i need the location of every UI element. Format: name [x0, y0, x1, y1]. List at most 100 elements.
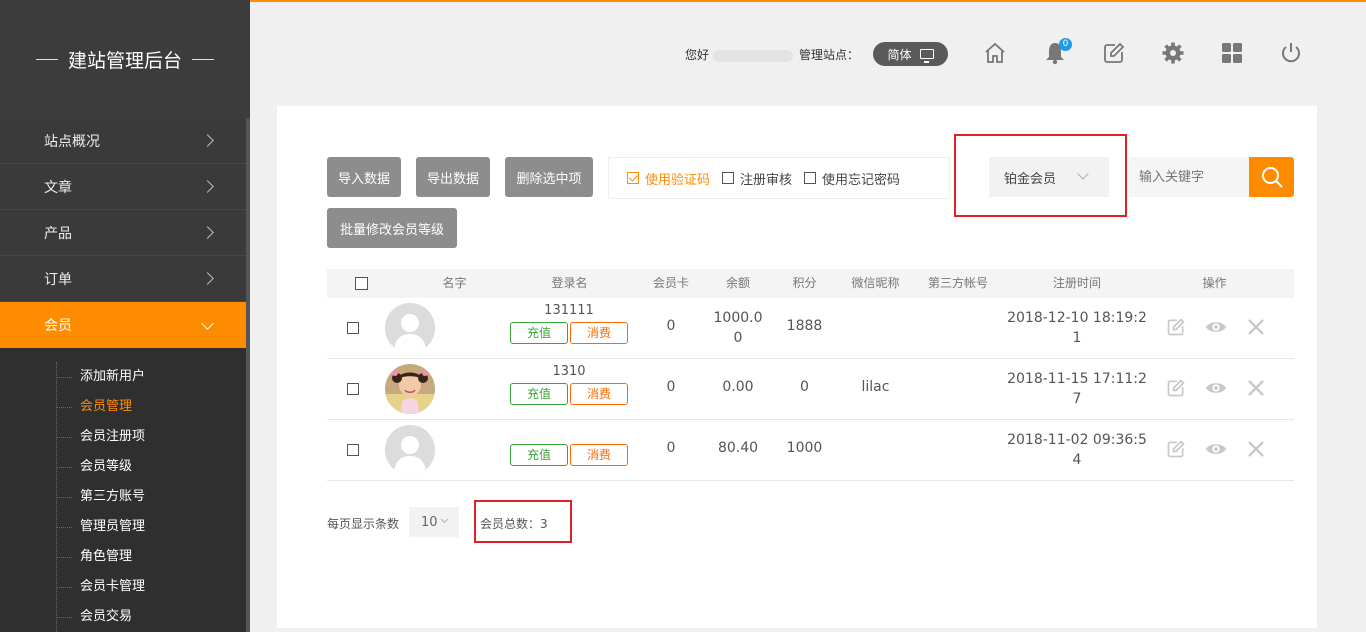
sidebar-item-products[interactable]: 产品	[0, 210, 250, 256]
search-button[interactable]	[1249, 157, 1294, 197]
highlight-box-level	[954, 134, 1127, 217]
per-page-value: 10	[421, 514, 438, 530]
avatar	[385, 364, 435, 414]
regtime-line1: 2018-11-15 17:11:2	[1007, 371, 1147, 387]
per-page-select[interactable]: 10	[409, 507, 459, 537]
col-thirdparty: 第三方帐号	[927, 276, 988, 290]
language-switch-button[interactable]: 简体	[873, 42, 948, 66]
import-button[interactable]: 导入数据	[327, 157, 401, 197]
export-button[interactable]: 导出数据	[416, 157, 490, 197]
subnav-member-management[interactable]: 会员管理	[0, 392, 250, 422]
table-row: 1310 充值 消费 0 0.00 0 lilac 2018-11-15 17:1…	[327, 359, 1294, 420]
card-cell: 0	[666, 379, 676, 395]
home-icon[interactable]	[982, 40, 1008, 66]
row-checkbox[interactable]	[347, 444, 359, 456]
forgot-password-checkbox[interactable]	[804, 172, 817, 184]
site-label: 管理站点：	[799, 48, 860, 62]
review-label: 注册审核	[740, 172, 793, 188]
grid-icon[interactable]	[1219, 40, 1245, 66]
chevron-down-icon	[440, 515, 449, 524]
bell-icon[interactable]: 0	[1042, 38, 1072, 66]
notification-badge: 0	[1059, 38, 1072, 51]
delete-icon[interactable]	[1245, 316, 1267, 338]
card-cell: 0	[666, 440, 676, 456]
table-row: 充值 消费 0 80.40 1000 2018-11-02 09:36:5 4	[327, 420, 1294, 481]
row-checkbox[interactable]	[347, 383, 359, 395]
delete-selected-button[interactable]: 删除选中项	[505, 157, 593, 197]
regtime-line2: 7	[1072, 391, 1082, 407]
power-icon[interactable]	[1278, 40, 1304, 66]
login-name: 131111	[544, 303, 594, 318]
sidebar-item-orders[interactable]: 订单	[0, 256, 250, 302]
chevron-right-icon	[201, 180, 214, 193]
eye-icon[interactable]	[1205, 377, 1227, 399]
gear-icon[interactable]	[1160, 40, 1186, 66]
batch-level-button[interactable]: 批量修改会员等级	[327, 208, 457, 248]
delete-icon[interactable]	[1245, 377, 1267, 399]
subnav-card-management[interactable]: 会员卡管理	[0, 572, 250, 602]
regtime-line1: 2018-12-10 18:19:2	[1007, 310, 1147, 326]
sidebar-item-overview[interactable]: 站点概况	[0, 118, 250, 164]
sidebar-item-label: 订单	[44, 271, 72, 288]
recharge-button[interactable]: 充值	[510, 444, 568, 466]
row-checkbox[interactable]	[347, 322, 359, 334]
brand: 建站管理后台	[0, 0, 250, 118]
subnav-member-levels[interactable]: 会员等级	[0, 452, 250, 482]
select-all-checkbox[interactable]	[354, 277, 368, 290]
consume-button[interactable]: 消费	[570, 444, 628, 466]
table-row: 131111 充值 消费 0 1000.0 0 1888 2018-12-10 1…	[327, 298, 1294, 359]
table-header: 名字 登录名 会员卡 余额 积分 微信昵称 第三方帐号 注册时间 操作	[327, 269, 1294, 298]
recharge-button[interactable]: 充值	[510, 322, 568, 344]
sidebar-item-label: 站点概况	[44, 133, 100, 150]
consume-button[interactable]: 消费	[570, 383, 628, 405]
captcha-option[interactable]: 使用验证码	[627, 169, 710, 188]
col-wechat: 微信昵称	[851, 276, 900, 290]
language-label: 简体	[887, 47, 912, 62]
edit-icon[interactable]	[1165, 316, 1187, 338]
username-blurred	[713, 49, 794, 62]
balance-cell: 0.00	[722, 379, 754, 395]
highlight-box-total	[474, 500, 572, 543]
options-group: 使用验证码 注册审核 使用忘记密码	[608, 157, 950, 199]
login-cell: 1310 充值 消费	[507, 364, 631, 405]
edit-icon[interactable]	[1101, 40, 1127, 66]
search-input[interactable]	[1129, 157, 1249, 197]
subnav-add-user[interactable]: 添加新用户	[0, 362, 250, 392]
subnav-member-transactions[interactable]: 会员交易	[0, 602, 250, 632]
consume-button[interactable]: 消费	[570, 322, 628, 344]
edit-icon[interactable]	[1165, 377, 1187, 399]
edit-icon[interactable]	[1165, 438, 1187, 460]
greeting: 您好 管理站点：	[685, 46, 859, 63]
sidebar-item-articles[interactable]: 文章	[0, 164, 250, 210]
sidebar-item-label: 会员	[44, 318, 72, 334]
sidebar-submenu: 添加新用户 会员管理 会员注册项 会员等级 第三方账号 管理员管理 角色管理 会…	[0, 348, 250, 632]
delete-icon[interactable]	[1245, 438, 1267, 460]
review-checkbox[interactable]	[722, 172, 735, 184]
subnav-third-party[interactable]: 第三方账号	[0, 482, 250, 512]
recharge-button[interactable]: 充值	[510, 383, 568, 405]
subnav-admin-management[interactable]: 管理员管理	[0, 512, 250, 542]
sidebar-item-label: 文章	[44, 179, 72, 196]
avatar	[385, 303, 435, 353]
regtime-line2: 1	[1072, 330, 1082, 346]
wechat-cell: lilac	[861, 379, 890, 395]
subnav-registration-fields[interactable]: 会员注册项	[0, 422, 250, 452]
balance-cell: 80.40	[717, 440, 759, 456]
regtime-cell: 2018-11-15 17:11:2 7	[1007, 369, 1147, 409]
col-points: 积分	[792, 276, 817, 290]
col-balance: 余额	[725, 276, 750, 290]
captcha-checkbox[interactable]	[627, 172, 639, 184]
regtime-cell: 2018-12-10 18:19:2 1	[1007, 308, 1147, 348]
greeting-text: 您好	[685, 48, 710, 62]
balance-cell: 1000.0 0	[707, 308, 769, 348]
sidebar-item-members[interactable]: 会员	[0, 302, 250, 348]
regtime-line1: 2018-11-02 09:36:5	[1007, 432, 1147, 448]
eye-icon[interactable]	[1205, 316, 1227, 338]
chevron-right-icon	[201, 134, 214, 147]
header: 您好 管理站点： 简体 0	[250, 2, 1366, 102]
sidebar-scrollbar[interactable]	[246, 118, 250, 632]
review-option[interactable]: 注册审核	[722, 169, 792, 188]
forgot-password-option[interactable]: 使用忘记密码	[804, 169, 900, 188]
subnav-role-management[interactable]: 角色管理	[0, 542, 250, 572]
eye-icon[interactable]	[1205, 438, 1227, 460]
